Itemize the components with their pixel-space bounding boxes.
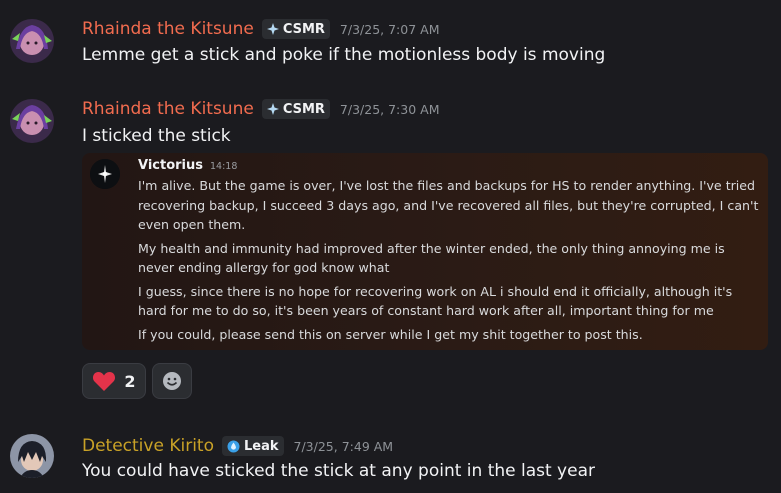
username[interactable]: Detective Kirito	[82, 436, 214, 456]
message-header: Rhainda the Kitsune CSMR 7/3/25, 7:30 AM	[82, 99, 439, 119]
role-tag-label: CSMR	[282, 101, 325, 117]
embed-author[interactable]: Victorius	[138, 158, 203, 173]
timestamp: 7/3/25, 7:49 AM	[293, 438, 394, 454]
avatar-rhainda[interactable]	[10, 19, 54, 63]
embed-paragraph: I'm alive. But the game is over, I've lo…	[138, 178, 759, 232]
embed-body: I'm alive. But the game is over, I've lo…	[138, 176, 760, 348]
timestamp: 7/3/25, 7:30 AM	[339, 101, 440, 117]
role-tag-label: Leak	[243, 438, 279, 454]
embed-paragraph: I guess, since there is no hope for reco…	[138, 283, 733, 319]
username[interactable]: Rhainda the Kitsune	[82, 19, 254, 39]
embed-header: Victorius 14:18	[138, 158, 237, 173]
droplet-icon	[227, 440, 240, 452]
embed-paragraph: If you could, please send this on server…	[138, 326, 643, 342]
sparkle-icon	[266, 23, 279, 35]
quoted-message-embed[interactable]: Victorius 14:18 I'm alive. But the game …	[82, 153, 768, 350]
message-text: You could have sticked the stick at any …	[82, 461, 595, 481]
timestamp: 7/3/25, 7:07 AM	[339, 21, 440, 37]
role-tag-label: CSMR	[282, 21, 325, 37]
embed-paragraph: My health and immunity had improved afte…	[138, 240, 725, 276]
role-tag[interactable]: CSMR	[261, 99, 330, 119]
sparkle-icon	[266, 103, 279, 115]
message-header: Detective Kirito Leak 7/3/25, 7:49 AM	[82, 436, 393, 456]
message-text: Lemme get a stick and poke if the motion…	[82, 45, 606, 65]
add-reaction-button[interactable]	[152, 363, 192, 399]
heart-reaction-button[interactable]: 2	[82, 363, 146, 399]
role-tag[interactable]: CSMR	[261, 19, 330, 39]
role-tag[interactable]: Leak	[221, 436, 284, 456]
embed-time: 14:18	[210, 161, 238, 172]
message-header: Rhainda the Kitsune CSMR 7/3/25, 7:07 AM	[82, 19, 439, 39]
avatar-rhainda[interactable]	[10, 99, 54, 143]
add-reaction-icon	[163, 372, 181, 390]
avatar-kirito[interactable]	[10, 434, 54, 478]
message-text: I sticked the stick	[82, 126, 231, 146]
reactions-bar: 2	[82, 363, 192, 399]
avatar-victorius[interactable]	[90, 159, 120, 189]
username[interactable]: Rhainda the Kitsune	[82, 99, 254, 119]
reaction-count: 2	[124, 371, 136, 391]
heart-icon	[93, 372, 116, 391]
